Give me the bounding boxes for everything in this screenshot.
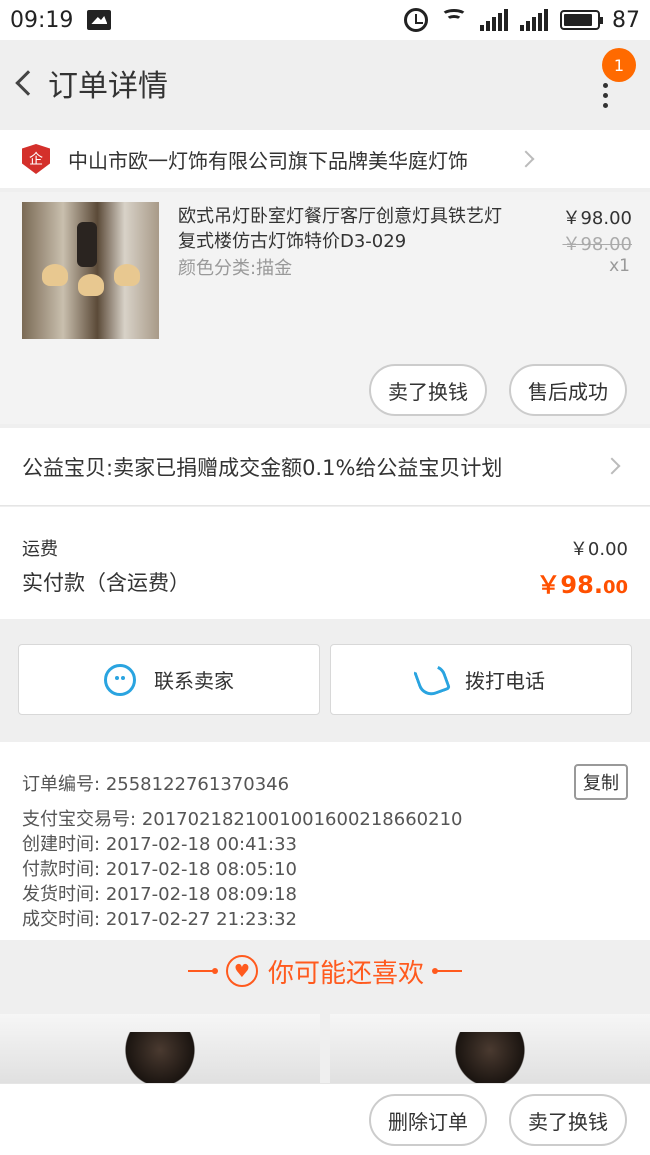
call-phone-button[interactable]: 拨打电话	[330, 644, 632, 715]
shop-name: 中山市欧一灯饰有限公司旗下品牌美华庭灯饰	[68, 148, 468, 173]
chevron-right-icon	[603, 457, 621, 475]
product-original-price: ￥98.00	[562, 234, 632, 255]
battery-icon	[560, 10, 603, 30]
recommend-header: ♥ 你可能还喜欢	[0, 940, 650, 1002]
product-sku: 颜色分类:描金	[178, 258, 293, 279]
order-number-line: 订单编号: 2558122761370346	[22, 774, 290, 795]
battery-level: 87	[612, 7, 640, 33]
page-title: 订单详情	[48, 69, 168, 104]
paid-time-line: 付款时间: 2017-02-18 08:05:10	[22, 859, 297, 880]
chevron-right-icon	[517, 150, 535, 168]
more-icon	[602, 82, 608, 88]
status-icons: 87	[404, 8, 640, 33]
bottom-action-bar: 删除订单 卖了换钱	[0, 1083, 650, 1155]
product-price: ￥98.00	[562, 208, 632, 229]
recommend-card[interactable]	[330, 1014, 650, 1084]
copy-button[interactable]: 复制	[574, 764, 628, 800]
contact-seller-button[interactable]: 联系卖家	[18, 644, 320, 715]
chat-icon	[104, 663, 136, 696]
message-icon	[87, 10, 112, 30]
product-quantity: x1	[609, 256, 630, 276]
product-item[interactable]: 欧式吊灯卧室灯餐厅客厅创意灯具铁艺灯复式楼仿古灯饰特价D3-029 颜色分类:描…	[0, 192, 650, 424]
paid-label: 实付款（含运费）	[22, 571, 190, 595]
recommend-title: 你可能还喜欢	[267, 958, 424, 989]
phone-icon	[412, 660, 452, 699]
product-image[interactable]	[22, 202, 159, 339]
signal-icon	[480, 9, 508, 31]
signal-4g-icon	[520, 9, 548, 31]
delete-order-button[interactable]: 删除订单	[369, 1094, 487, 1146]
order-info: 订单编号: 2558122761370346 复制 支付宝交易号: 201702…	[0, 742, 650, 940]
paid-value: ￥98.00	[536, 571, 628, 599]
shop-logo-icon: 企	[22, 144, 50, 174]
contact-seller-label: 联系卖家	[154, 669, 234, 693]
charity-row[interactable]: 公益宝贝:卖家已捐赠成交金额0.1%给公益宝贝计划	[0, 428, 650, 506]
recommend-image	[450, 1032, 530, 1084]
back-button[interactable]	[4, 40, 44, 126]
shop-row[interactable]: 企 中山市欧一灯饰有限公司旗下品牌美华庭灯饰	[0, 130, 650, 188]
recommend-card[interactable]	[0, 1014, 320, 1084]
status-time: 09:19	[10, 7, 74, 33]
nav-header: 订单详情 1	[0, 40, 650, 126]
completed-time-line: 成交时间: 2017-02-27 21:23:32	[22, 909, 297, 930]
product-title: 欧式吊灯卧室灯餐厅客厅创意灯具铁艺灯复式楼仿古灯饰特价D3-029	[178, 206, 502, 252]
created-time-line: 创建时间: 2017-02-18 00:41:33	[22, 834, 297, 855]
after-sale-button[interactable]: 售后成功	[509, 364, 627, 416]
wifi-icon	[440, 9, 468, 31]
back-icon	[15, 70, 41, 96]
fee-summary: 运费 ￥0.00 实付款（含运费） ￥98.00	[0, 507, 650, 619]
shipped-time-line: 发货时间: 2017-02-18 08:09:18	[22, 884, 297, 905]
call-phone-label: 拨打电话	[465, 669, 545, 693]
recommend-image	[120, 1032, 200, 1084]
notification-badge: 1	[602, 48, 636, 82]
alarm-icon	[404, 8, 428, 32]
charity-text: 公益宝贝:卖家已捐赠成交金额0.1%给公益宝贝计划	[22, 455, 503, 480]
status-bar: 09:19 87	[0, 0, 650, 40]
resell-button[interactable]: 卖了换钱	[369, 364, 487, 416]
resell-button[interactable]: 卖了换钱	[509, 1094, 627, 1146]
shipping-value: ￥0.00	[569, 539, 628, 560]
heart-icon: ♥	[225, 955, 258, 987]
shipping-label: 运费	[22, 539, 58, 560]
alipay-number-line: 支付宝交易号: 2017021821001001600218660210	[22, 809, 463, 830]
